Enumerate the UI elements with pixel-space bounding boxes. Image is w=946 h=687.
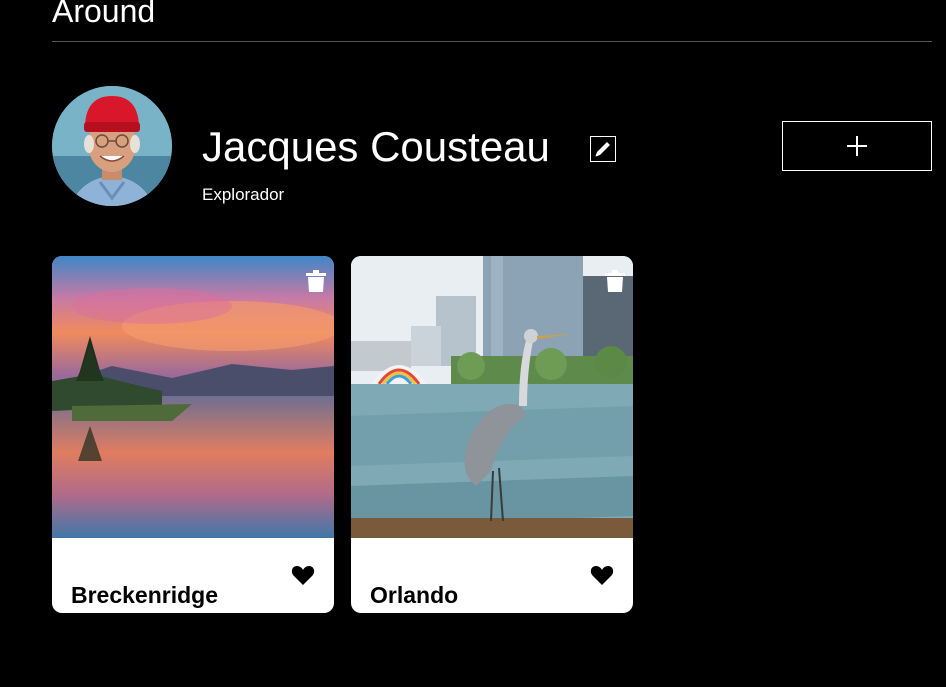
trash-icon <box>306 270 326 292</box>
profile-name: Jacques Cousteau <box>202 123 550 170</box>
place-card: Breckenridge <box>52 256 334 613</box>
add-place-button[interactable] <box>782 121 932 171</box>
delete-button[interactable] <box>306 270 326 292</box>
profile-about: Explorador <box>202 185 285 204</box>
heart-icon <box>590 566 614 585</box>
page: Around Jacques Cousteau Explorador Breck… <box>0 0 946 687</box>
sunset-lake-photo <box>52 256 334 538</box>
card-title: Orlando <box>370 582 459 609</box>
heart-icon <box>291 566 315 585</box>
avatar-photo <box>52 86 172 206</box>
like-button[interactable] <box>291 564 315 586</box>
heron-lake-city-photo <box>351 256 633 538</box>
plus-icon <box>847 136 867 156</box>
card-image[interactable] <box>351 256 633 538</box>
trash-icon <box>605 270 625 292</box>
place-card: Orlando <box>351 256 633 613</box>
logo: Around <box>52 0 156 29</box>
profile-avatar[interactable] <box>52 86 172 206</box>
pencil-icon <box>595 142 610 157</box>
card-title: Breckenridge <box>71 582 219 609</box>
delete-button[interactable] <box>605 270 625 292</box>
edit-profile-button[interactable] <box>590 136 616 162</box>
like-button[interactable] <box>590 564 614 586</box>
header-divider <box>52 41 932 42</box>
card-image[interactable] <box>52 256 334 538</box>
